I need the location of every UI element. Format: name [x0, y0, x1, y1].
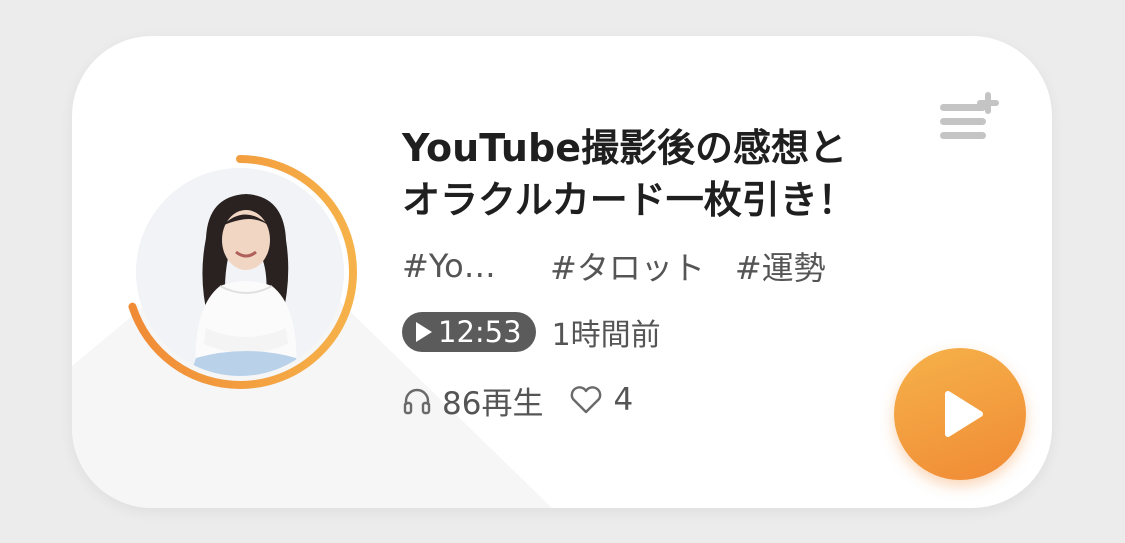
duration-text: 12:53	[438, 315, 522, 349]
heart-icon[interactable]	[569, 385, 603, 415]
avatar[interactable]	[120, 152, 360, 392]
play-button[interactable]	[894, 348, 1026, 480]
like-count[interactable]: 4	[569, 382, 633, 418]
stats-row: 86再生 4	[402, 378, 633, 422]
play-icon	[945, 391, 983, 437]
avatar-photo	[136, 168, 344, 376]
posted-time: 1時間前	[551, 318, 661, 353]
episode-title-line1: YouTube撮影後の感想と	[402, 126, 847, 170]
like-count-text: 4	[613, 382, 634, 418]
tag-item[interactable]: #運勢	[735, 243, 826, 289]
duration-badge: 12:53	[402, 312, 536, 352]
meta-row: 12:53 1時間前	[402, 311, 661, 353]
tag-item[interactable]: #Yo…	[402, 247, 520, 285]
episode-title-line2: オラクルカード一枚引き！	[402, 178, 856, 222]
play-icon	[416, 322, 432, 342]
play-count: 86再生	[402, 378, 543, 423]
headphones-icon	[403, 388, 431, 415]
episode-card[interactable]: YouTube撮影後の感想と オラクルカード一枚引き！ #Yo… #タロット #…	[72, 36, 1052, 508]
playlist-add-icon[interactable]	[938, 90, 1004, 146]
tag-item[interactable]: #タロット	[550, 243, 705, 289]
episode-title[interactable]: YouTube撮影後の感想と オラクルカード一枚引き！	[402, 122, 922, 226]
tag-list: #Yo… #タロット #運勢	[402, 244, 826, 288]
play-count-text: 86再生	[442, 385, 544, 422]
